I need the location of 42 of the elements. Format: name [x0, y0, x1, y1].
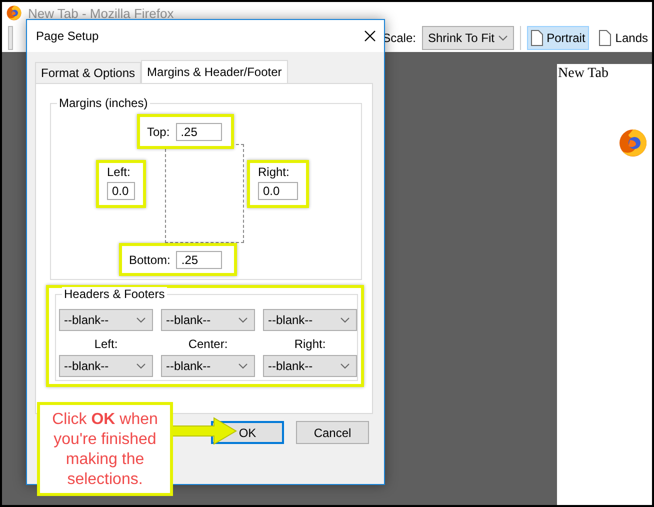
header-dropdown[interactable]: --blank-- [59, 309, 153, 331]
column-label: Center: [187, 337, 229, 351]
scale-dropdown[interactable]: Shrink To Fit [422, 26, 514, 50]
dropdown-caret-icon [498, 35, 508, 41]
arrow-icon [170, 417, 238, 445]
column-label: Right: [293, 337, 327, 351]
footer-dropdown[interactable]: --blank-- [59, 355, 153, 377]
window-title: New Tab - Mozilla Firefox [28, 6, 174, 20]
margin-input[interactable]: .25 [176, 250, 222, 268]
header-dropdown[interactable]: --blank-- [263, 309, 357, 331]
field-label: Bottom: [129, 252, 170, 266]
dropdown-caret-icon [238, 363, 248, 369]
dropdown-caret-icon [340, 363, 350, 369]
browser-logo-icon [618, 128, 648, 158]
orientation-button[interactable]: Lands [595, 26, 652, 50]
orientation-button[interactable]: Portrait [526, 26, 590, 50]
field-label: Right: [258, 165, 290, 179]
field-label: Top: [147, 124, 170, 138]
callout-text: Click OK when you're finished making the selections. [37, 402, 173, 496]
page-icon [599, 30, 612, 46]
group-title: Headers & Footers [62, 287, 167, 301]
footer-dropdown[interactable]: --blank-- [263, 355, 357, 377]
browser-logo-icon [6, 5, 22, 21]
tab[interactable]: Margins & Header/Footer [141, 60, 288, 84]
margin-input[interactable]: .25 [176, 122, 222, 140]
margin-input[interactable]: 0.0 [258, 182, 298, 200]
column-label: Left: [93, 337, 119, 351]
page-icon [530, 30, 543, 46]
dropdown-caret-icon [340, 317, 350, 323]
field-label: Left: [107, 165, 132, 179]
group-title: Margins (inches) [57, 96, 150, 110]
page-title: New Tab [558, 66, 610, 82]
dropdown-caret-icon [136, 363, 146, 369]
dropdown-caret-icon [136, 317, 146, 323]
header-dropdown[interactable]: --blank-- [161, 309, 255, 331]
dialog-button[interactable]: Cancel [296, 421, 369, 444]
margin-input[interactable]: 0.0 [107, 182, 135, 200]
footer-dropdown[interactable]: --blank-- [161, 355, 255, 377]
dialog-title: Page Setup [36, 29, 99, 43]
tab[interactable]: Format & Options [35, 62, 142, 83]
close-icon[interactable] [364, 30, 376, 42]
dropdown-caret-icon [238, 317, 248, 323]
